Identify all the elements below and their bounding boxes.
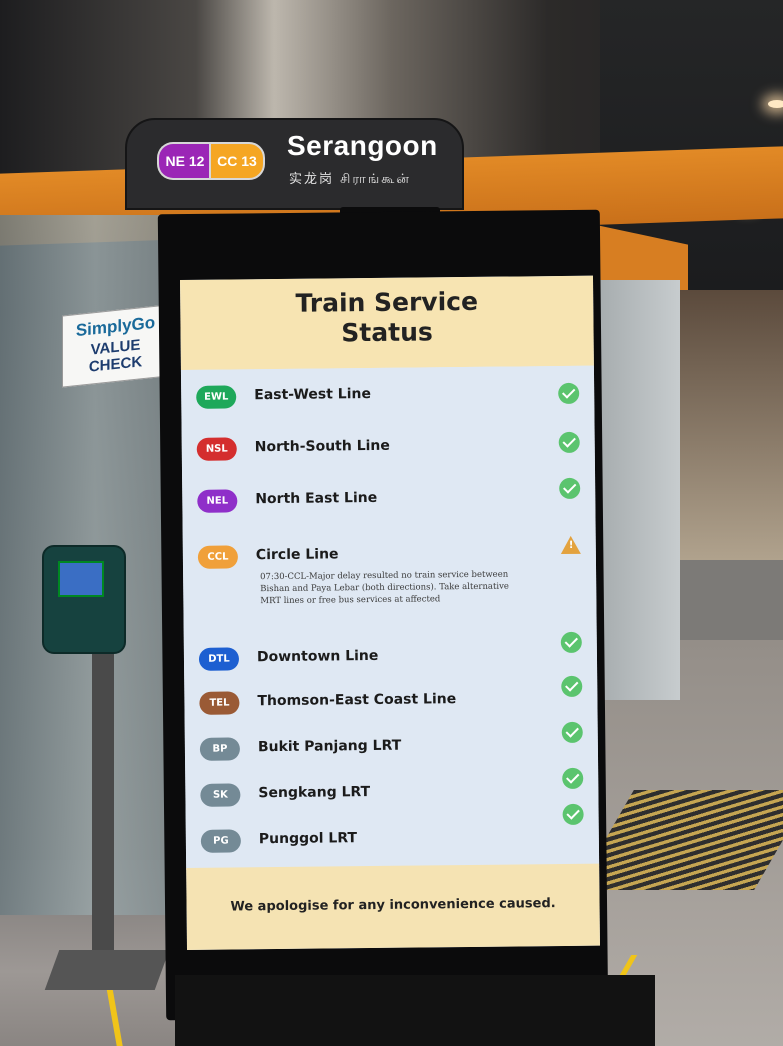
line-badge-ccl: CCL bbox=[197, 545, 239, 569]
card-reader-screen bbox=[58, 561, 104, 597]
line-row-ewl: EWL East-West Line bbox=[181, 382, 594, 416]
station-sign: NE 12 CC 13 Serangoon 实龙岗 சிராங்கூன் bbox=[125, 118, 464, 210]
station-name: Serangoon bbox=[287, 130, 438, 161]
screen-title: Train Service Status bbox=[295, 286, 479, 348]
station-scene: NE 12 CC 13 Serangoon 实龙岗 சிராங்கூன் Sim… bbox=[0, 0, 783, 1046]
line-row-bp: BP Bukit Panjang LRT bbox=[185, 721, 598, 768]
line-badge-dtl: DTL bbox=[198, 647, 240, 671]
card-reader-base bbox=[44, 950, 170, 990]
line-badge-nel: NEL bbox=[197, 489, 238, 513]
line-row-sk: SK Sengkang LRT bbox=[185, 767, 598, 814]
glass-booth-right bbox=[600, 280, 680, 700]
check-icon bbox=[559, 477, 581, 500]
line-name-dtl: Downtown Line bbox=[256, 647, 379, 666]
line-badge-bp: BP bbox=[199, 737, 241, 761]
kiosk-screen: Train Service Status EWL East-West Line … bbox=[180, 275, 600, 950]
line-name-nsl: North-South Line bbox=[254, 437, 390, 456]
line-row-pg: PG Punggol LRT bbox=[186, 803, 599, 860]
line-name-sk: Sengkang LRT bbox=[258, 784, 371, 802]
check-icon bbox=[560, 631, 582, 654]
line-badge-sk: SK bbox=[200, 783, 241, 807]
line-name-tel: Thomson-East Coast Line bbox=[257, 691, 457, 710]
station-code-ne: NE 12 bbox=[157, 142, 211, 180]
line-badge-ewl: EWL bbox=[196, 385, 237, 409]
screen-header: Train Service Status bbox=[180, 275, 594, 370]
line-row-tel: TEL Thomson-East Coast Line bbox=[184, 675, 597, 722]
check-icon bbox=[562, 767, 584, 790]
card-reader-pole bbox=[92, 640, 114, 970]
card-reader bbox=[42, 545, 126, 654]
check-icon bbox=[558, 382, 580, 405]
station-code-cc: CC 13 bbox=[209, 142, 265, 180]
station-name-translations: 实龙岗 சிராங்கூன் bbox=[289, 172, 411, 187]
check-icon bbox=[558, 431, 580, 454]
line-row-nel: NEL North East Line bbox=[182, 477, 595, 520]
line-badge-tel: TEL bbox=[199, 691, 240, 715]
screen-footer: We apologise for any inconvenience cause… bbox=[186, 863, 600, 950]
line-row-dtl: DTL Downtown Line bbox=[184, 631, 597, 678]
check-icon bbox=[561, 721, 583, 744]
ceiling-light bbox=[768, 100, 783, 108]
far-wall-mural bbox=[680, 290, 783, 560]
line-status-list: EWL East-West Line NSL North-South Line … bbox=[180, 365, 600, 870]
line-row-ccl: CCL Circle Line 07:30-CCL-Major delay re… bbox=[183, 535, 597, 626]
line-name-nel: North East Line bbox=[255, 489, 378, 508]
line-badge-nsl: NSL bbox=[196, 437, 237, 461]
apology-message: We apologise for any inconvenience cause… bbox=[230, 896, 556, 915]
kiosk-base bbox=[175, 975, 655, 1046]
check-icon bbox=[561, 675, 583, 698]
line-name-bp: Bukit Panjang LRT bbox=[257, 737, 402, 756]
line-badge-pg: PG bbox=[200, 829, 241, 853]
simplygo-sign: SimplyGo VALUE CHECK bbox=[62, 304, 169, 388]
warning-icon bbox=[560, 535, 581, 555]
delay-message: 07:30-CCL-Major delay resulted no train … bbox=[260, 569, 509, 607]
line-name-ccl: Circle Line bbox=[255, 546, 339, 564]
line-row-nsl: NSL North-South Line bbox=[182, 431, 595, 468]
line-name-ewl: East-West Line bbox=[254, 386, 372, 404]
line-name-pg: Punggol LRT bbox=[258, 830, 358, 848]
check-icon bbox=[562, 803, 584, 826]
